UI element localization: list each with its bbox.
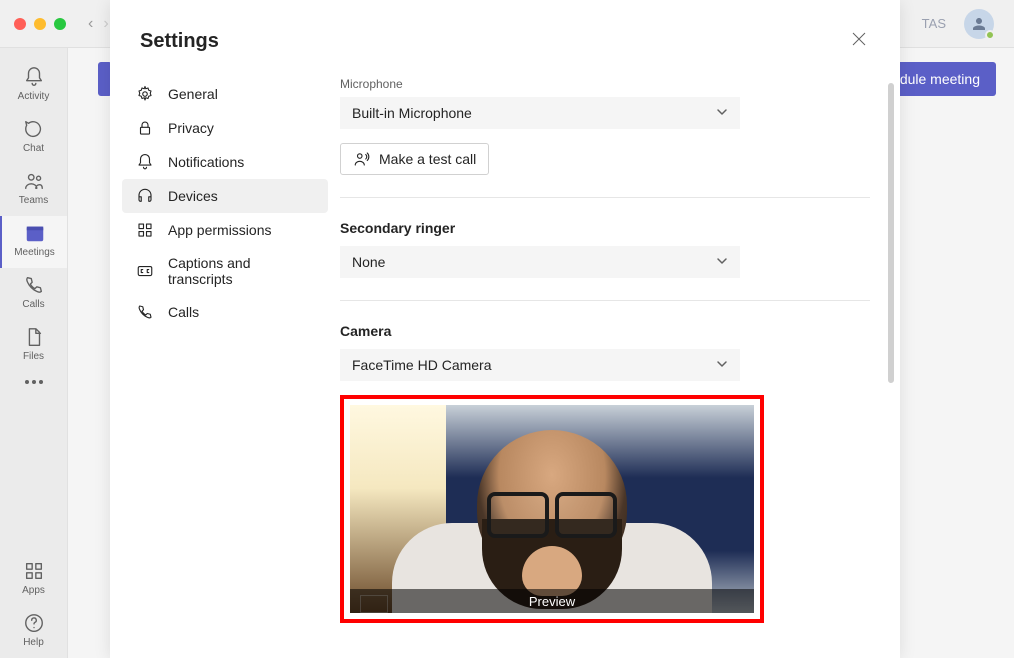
camera-preview-highlight: Preview [340, 395, 764, 623]
rail-chat[interactable]: Chat [0, 112, 67, 164]
microphone-select[interactable]: Built-in Microphone [340, 97, 740, 129]
divider [340, 197, 870, 198]
apps-icon [23, 560, 45, 582]
settings-title: Settings [140, 30, 219, 53]
app-rail: Activity Chat Teams Meetings Calls Files… [0, 48, 68, 658]
scrollbar-thumb[interactable] [888, 83, 894, 383]
camera-head: Camera [340, 323, 870, 339]
presence-available-icon [985, 30, 995, 40]
phone-icon [23, 274, 45, 296]
avatar-person-icon [970, 15, 988, 33]
divider [340, 300, 870, 301]
settings-nav: General Privacy Notifications Devices Ap… [110, 69, 340, 658]
phone-icon [136, 303, 154, 321]
grid-icon [136, 221, 154, 239]
settings-modal: Settings General Privacy Notifications D… [110, 0, 900, 658]
calendar-icon [24, 222, 46, 244]
bell-icon [136, 153, 154, 171]
nav-back-forward: ‹ › [88, 15, 109, 33]
rail-calls[interactable]: Calls [0, 268, 67, 320]
maximize-window-icon[interactable] [54, 18, 66, 30]
secondary-ringer-select[interactable]: None [340, 246, 740, 278]
camera-preview: Preview [350, 405, 754, 613]
forward-button[interactable]: › [103, 15, 108, 33]
headset-icon [136, 187, 154, 205]
secondary-ringer-head: Secondary ringer [340, 220, 870, 236]
nav-general[interactable]: General [122, 77, 328, 111]
captions-icon [136, 262, 154, 280]
test-call-icon [353, 150, 371, 168]
people-icon [23, 170, 45, 192]
rail-help[interactable]: Help [0, 606, 67, 658]
chevron-down-icon [716, 357, 728, 373]
microphone-label: Microphone [340, 77, 870, 91]
user-initials: TAS [922, 16, 946, 31]
nav-calls[interactable]: Calls [122, 295, 328, 329]
chat-icon [23, 118, 45, 140]
rail-more[interactable] [25, 380, 43, 384]
rail-teams[interactable]: Teams [0, 164, 67, 216]
nav-privacy[interactable]: Privacy [122, 111, 328, 145]
bell-icon [23, 66, 45, 88]
schedule-meeting-button[interactable]: dule meeting [884, 62, 996, 96]
rail-meetings[interactable]: Meetings [0, 216, 67, 268]
close-icon [852, 32, 866, 46]
rail-apps[interactable]: Apps [0, 554, 67, 606]
preview-label: Preview [350, 589, 754, 613]
make-test-call-button[interactable]: Make a test call [340, 143, 489, 175]
file-icon [23, 326, 45, 348]
nav-app-permissions[interactable]: App permissions [122, 213, 328, 247]
gear-icon [136, 85, 154, 103]
scrollbar[interactable] [888, 69, 894, 658]
settings-content: Microphone Built-in Microphone Make a te… [340, 69, 900, 658]
nav-devices[interactable]: Devices [122, 179, 328, 213]
help-icon [23, 612, 45, 634]
close-button[interactable] [848, 28, 870, 55]
back-button[interactable]: ‹ [88, 15, 93, 33]
rail-files[interactable]: Files [0, 320, 67, 372]
rail-activity[interactable]: Activity [0, 60, 67, 112]
window-controls[interactable] [14, 18, 66, 30]
avatar[interactable] [964, 9, 994, 39]
close-window-icon[interactable] [14, 18, 26, 30]
nav-notifications[interactable]: Notifications [122, 145, 328, 179]
chevron-down-icon [716, 254, 728, 270]
camera-select[interactable]: FaceTime HD Camera [340, 349, 740, 381]
chevron-down-icon [716, 105, 728, 121]
lock-icon [136, 119, 154, 137]
nav-captions[interactable]: Captions and transcripts [122, 247, 328, 295]
minimize-window-icon[interactable] [34, 18, 46, 30]
